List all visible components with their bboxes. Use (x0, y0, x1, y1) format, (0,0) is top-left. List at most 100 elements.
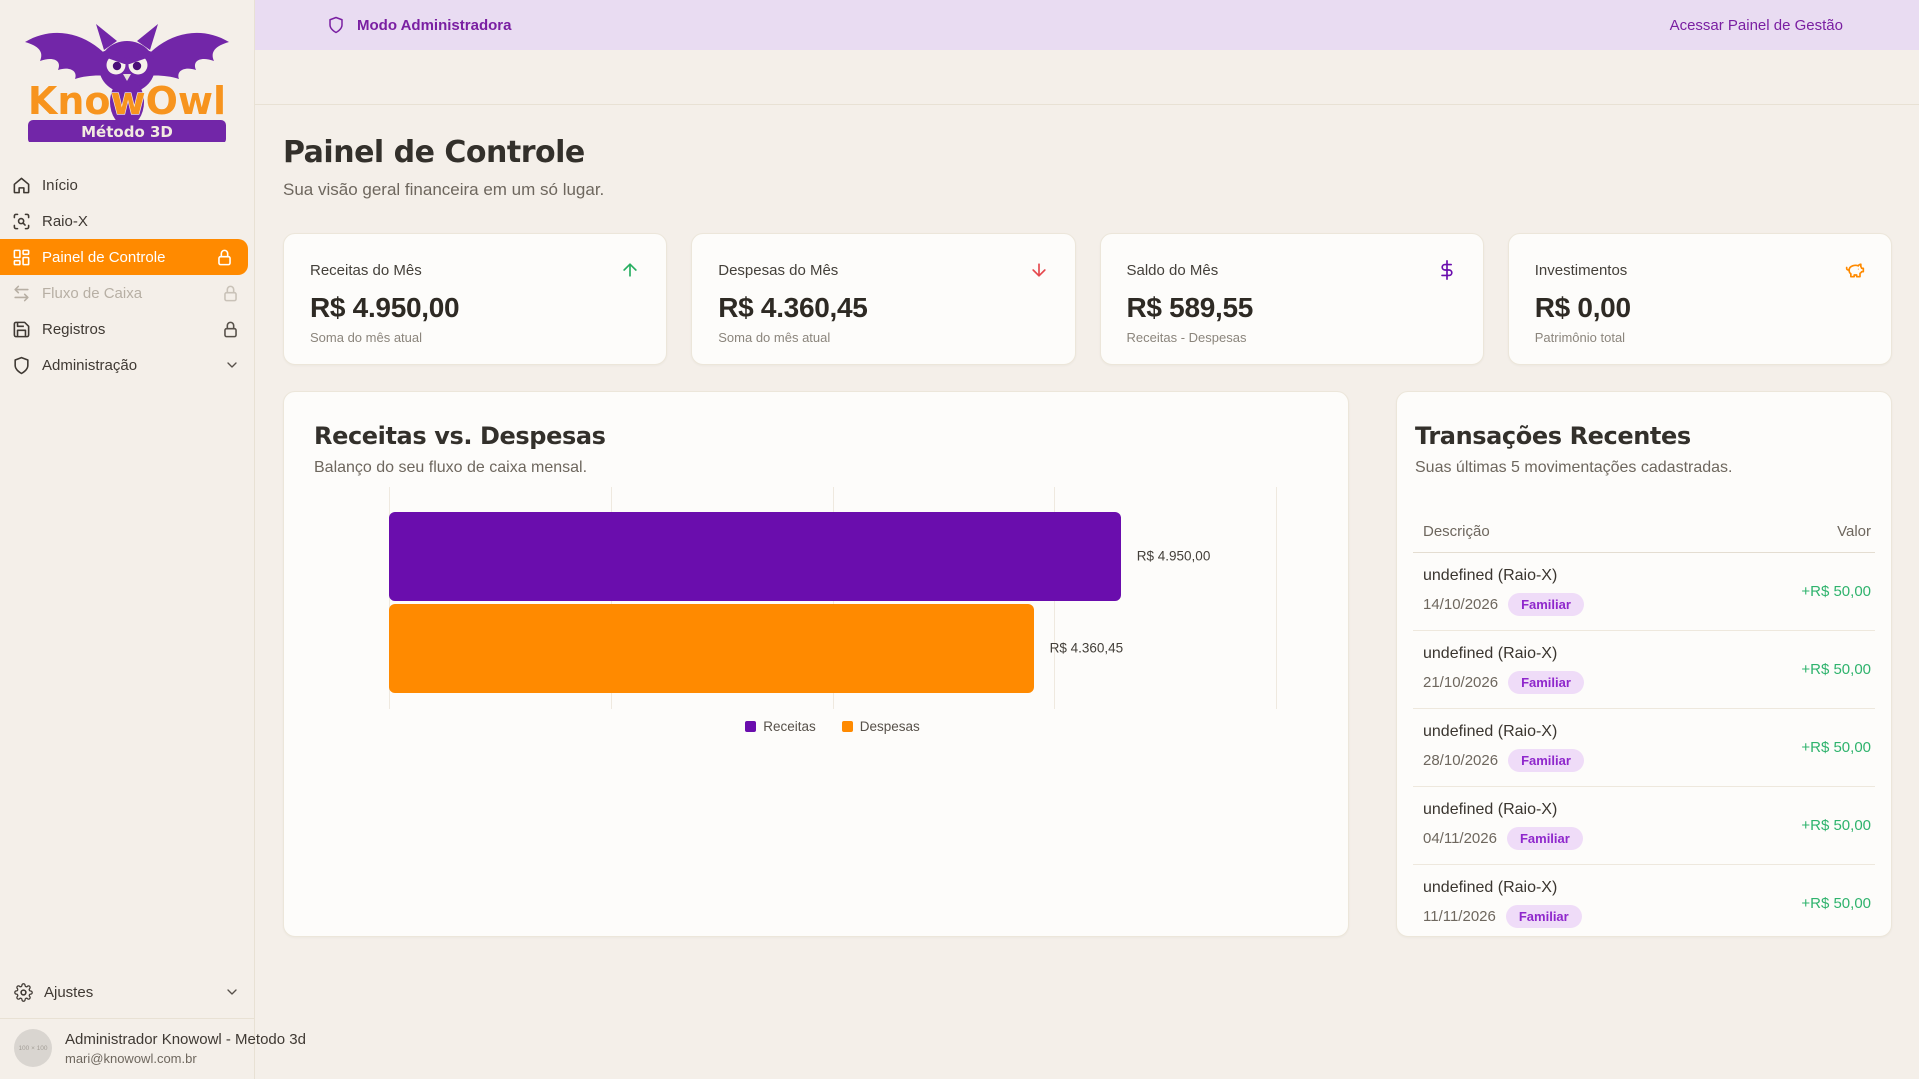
home-icon (12, 176, 31, 195)
transaction-date: 28/10/2026 (1423, 752, 1498, 769)
stat-value: R$ 0,00 (1535, 292, 1865, 324)
stat-value: R$ 4.360,45 (718, 292, 1048, 324)
bar-chart-plot: R$ 4.950,00 R$ 4.360,45 (389, 487, 1276, 709)
lock-icon (221, 284, 240, 303)
owl-logo-icon: KnowOwl Método 3D (12, 10, 242, 142)
transaction-value: +R$ 50,00 (1801, 661, 1871, 678)
lock-icon (215, 248, 234, 267)
stat-label: Saldo do Mês (1127, 262, 1219, 279)
legend-label: Despesas (860, 719, 920, 734)
acessar-painel-gestao-link[interactable]: Acessar Painel de Gestão (1670, 17, 1843, 34)
page-subtitle: Sua visão geral financeira em um só luga… (283, 180, 1892, 200)
user-profile[interactable]: 100 × 100 Administrador Knowowl - Metodo… (0, 1019, 254, 1079)
despesas-swatch-icon (842, 721, 853, 732)
receitas-swatch-icon (745, 721, 756, 732)
sidebar: KnowOwl Método 3D Início Raio-X Painel d… (0, 0, 255, 1079)
category-badge: Familiar (1508, 593, 1584, 616)
transaction-description: undefined (Raio-X) (1423, 567, 1584, 585)
main-column: Modo Administradora Acessar Painel de Ge… (255, 0, 1919, 1079)
arrow-down-icon (1029, 260, 1049, 280)
brand-logo[interactable]: KnowOwl Método 3D (0, 0, 254, 161)
lock-icon (221, 320, 240, 339)
chart-card: Receitas vs. Despesas Balanço do seu flu… (283, 391, 1349, 937)
transaction-description: undefined (Raio-X) (1423, 801, 1583, 819)
shield-icon (327, 16, 345, 34)
category-badge: Familiar (1508, 671, 1584, 694)
page-title: Painel de Controle (283, 135, 1892, 170)
table-row[interactable]: undefined (Raio-X) 04/11/2026 Familiar +… (1413, 787, 1875, 865)
stat-note: Receitas - Despesas (1127, 330, 1457, 345)
header-strip (255, 50, 1919, 105)
transactions-title: Transações Recentes (1415, 422, 1875, 450)
stat-card-saldo: Saldo do Mês R$ 589,55 Receitas - Despes… (1100, 233, 1484, 365)
stat-card-investimentos: Investimentos R$ 0,00 Patrimônio total (1508, 233, 1892, 365)
brand-tagline: Método 3D (81, 123, 173, 141)
sidebar-item-fluxo-de-caixa[interactable]: Fluxo de Caixa (0, 275, 254, 311)
sidebar-item-label: Fluxo de Caixa (42, 285, 210, 302)
user-name: Administrador Knowowl - Metodo 3d (65, 1031, 306, 1048)
avatar: 100 × 100 (14, 1029, 52, 1067)
page-content: Painel de Controle Sua visão geral finan… (255, 105, 1919, 1079)
sidebar-item-label: Raio-X (42, 213, 240, 230)
chevron-down-icon (224, 984, 240, 1000)
category-badge: Familiar (1507, 827, 1583, 850)
transaction-description: undefined (Raio-X) (1423, 723, 1584, 741)
sidebar-item-inicio[interactable]: Início (0, 167, 254, 203)
settings-button[interactable]: Ajustes (0, 974, 254, 1010)
receitas-bar-label: R$ 4.950,00 (1137, 549, 1211, 564)
gridline (1276, 487, 1277, 709)
admin-mode-indicator: Modo Administradora (327, 16, 511, 34)
stat-value: R$ 4.950,00 (310, 292, 640, 324)
table-header: Descrição Valor (1413, 523, 1875, 553)
sidebar-nav: Início Raio-X Painel de Controle Fluxo d… (0, 167, 254, 383)
save-icon (12, 320, 31, 339)
user-info: Administrador Knowowl - Metodo 3d mari@k… (65, 1031, 306, 1066)
legend-label: Receitas (763, 719, 816, 734)
stat-label: Despesas do Mês (718, 262, 838, 279)
transaction-date: 11/11/2026 (1423, 908, 1496, 925)
table-row[interactable]: undefined (Raio-X) 11/11/2026 Familiar +… (1413, 865, 1875, 942)
column-valor: Valor (1837, 523, 1871, 540)
stat-note: Soma do mês atual (310, 330, 640, 345)
settings-label: Ajustes (44, 984, 213, 1001)
chart-legend: Receitas Despesas (389, 719, 1276, 734)
stat-label: Investimentos (1535, 262, 1628, 279)
transaction-description: undefined (Raio-X) (1423, 879, 1582, 897)
scan-search-icon (12, 212, 31, 231)
sidebar-item-label: Painel de Controle (42, 249, 204, 266)
transaction-date: 04/11/2026 (1423, 830, 1497, 847)
sidebar-item-painel-de-controle[interactable]: Painel de Controle (0, 239, 248, 275)
table-row[interactable]: undefined (Raio-X) 21/10/2026 Familiar +… (1413, 631, 1875, 709)
receitas-bar[interactable] (389, 512, 1121, 601)
piggy-bank-icon (1845, 260, 1865, 280)
table-row[interactable]: undefined (Raio-X) 14/10/2026 Familiar +… (1413, 553, 1875, 631)
arrows-right-left-icon (12, 284, 31, 303)
sidebar-item-registros[interactable]: Registros (0, 311, 254, 347)
stats-row: Receitas do Mês R$ 4.950,00 Soma do mês … (283, 233, 1892, 365)
stat-label: Receitas do Mês (310, 262, 422, 279)
sidebar-footer: Ajustes 100 × 100 Administrador Knowowl … (0, 974, 254, 1079)
brand-name: KnowOwl (28, 79, 226, 123)
stat-note: Patrimônio total (1535, 330, 1865, 345)
dollar-icon (1437, 260, 1457, 280)
table-row[interactable]: undefined (Raio-X) 28/10/2026 Familiar +… (1413, 709, 1875, 787)
sidebar-item-administracao[interactable]: Administração (0, 347, 254, 383)
user-email: mari@knowowl.com.br (65, 1051, 306, 1066)
chevron-down-icon (224, 357, 240, 373)
despesas-bar[interactable] (389, 604, 1034, 693)
transaction-value: +R$ 50,00 (1801, 895, 1871, 912)
gear-icon (14, 983, 33, 1002)
arrow-up-icon (620, 260, 640, 280)
legend-item-despesas: Despesas (842, 719, 920, 734)
chart-title: Receitas vs. Despesas (314, 422, 1348, 450)
despesas-bar-label: R$ 4.360,45 (1050, 641, 1124, 656)
topbar: Modo Administradora Acessar Painel de Ge… (255, 0, 1919, 50)
stat-card-despesas: Despesas do Mês R$ 4.360,45 Soma do mês … (691, 233, 1075, 365)
transaction-value: +R$ 50,00 (1801, 583, 1871, 600)
main-row: Receitas vs. Despesas Balanço do seu flu… (283, 391, 1892, 937)
transaction-value: +R$ 50,00 (1801, 739, 1871, 756)
sidebar-item-raio-x[interactable]: Raio-X (0, 203, 254, 239)
transaction-value: +R$ 50,00 (1801, 817, 1871, 834)
transaction-description: undefined (Raio-X) (1423, 645, 1584, 663)
app-window: KnowOwl Método 3D Início Raio-X Painel d… (0, 0, 1919, 1079)
